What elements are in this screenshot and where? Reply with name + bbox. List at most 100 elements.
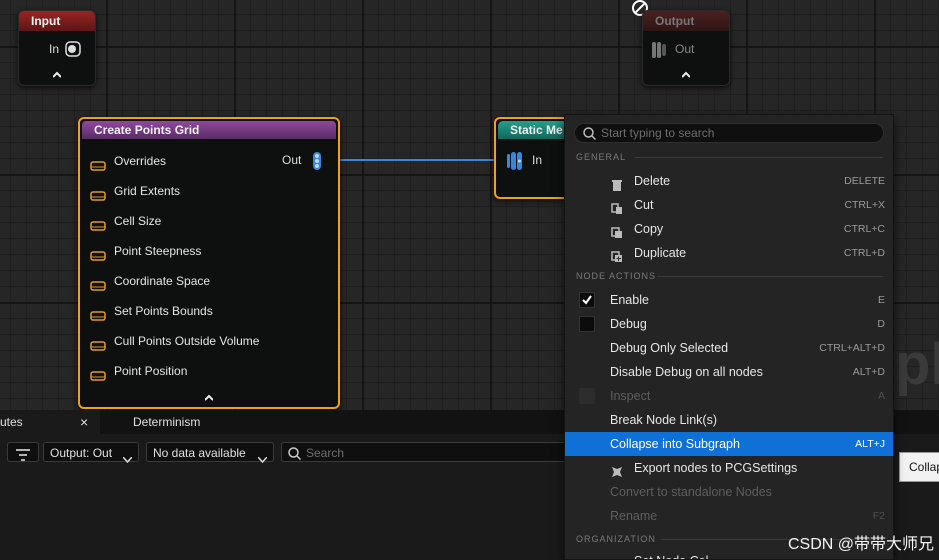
output-select-value: Output: Out <box>50 446 113 460</box>
override-pin-icon[interactable] <box>90 307 106 321</box>
divider <box>635 157 883 158</box>
filter-icon <box>16 447 30 467</box>
section-header-general: GENERAL <box>576 152 627 162</box>
menu-item-inspect: Inspect A <box>565 384 893 408</box>
override-pin-icon[interactable] <box>90 337 106 351</box>
menu-search-field[interactable] <box>574 123 884 143</box>
menu-item-delete[interactable]: Delete DELETE <box>565 169 893 193</box>
input-pin-row[interactable]: Overrides <box>90 151 166 171</box>
pin-label: Cull Points Outside Volume <box>114 334 260 348</box>
menu-item-collapse-into-subgraph[interactable]: Collapse into Subgraph ALT+J <box>565 432 893 456</box>
menu-item-label: Copy <box>634 222 664 236</box>
override-pin-icon[interactable] <box>90 157 106 171</box>
pin-label: Set Points Bounds <box>114 304 213 318</box>
data-select-value: No data available <box>153 446 246 460</box>
menu-item-label: Delete <box>634 174 671 188</box>
menu-item-label: Inspect <box>610 389 651 403</box>
menu-item-debug-only-selected[interactable]: Debug Only Selected CTRL+ALT+D <box>565 336 893 360</box>
menu-item-shortcut: CTRL+C <box>843 223 885 235</box>
close-icon[interactable]: × <box>80 410 88 434</box>
input-pin-row[interactable]: Point Position <box>90 361 187 381</box>
menu-item-shortcut: E <box>877 294 885 306</box>
input-pin-row[interactable]: Coordinate Space <box>90 271 210 291</box>
duplicate-icon <box>611 247 623 262</box>
tooltip-text: Collap <box>909 460 939 474</box>
override-pin-icon[interactable] <box>90 367 106 381</box>
menu-item-debug[interactable]: Debug D <box>565 312 893 336</box>
chevron-down-icon <box>257 449 268 469</box>
menu-search-input[interactable] <box>601 124 871 142</box>
checkbox[interactable] <box>579 316 595 332</box>
tab-attributes-label: utes <box>0 415 23 429</box>
menu-item-copy[interactable]: Copy CTRL+C <box>565 217 893 241</box>
attribute-search-placeholder: Search <box>306 446 345 460</box>
override-pin-icon[interactable] <box>90 217 106 231</box>
static-mesh-in-label: In <box>532 153 543 167</box>
tab-attributes[interactable]: utes × <box>0 410 100 434</box>
menu-item-convert-to-standalone-nodes: Convert to standalone Nodes <box>565 480 893 504</box>
menu-item-disable-debug-on-all-nodes[interactable]: Disable Debug on all nodes ALT+D <box>565 360 893 384</box>
menu-item-label: Debug <box>610 317 647 331</box>
search-icon <box>288 446 302 466</box>
divider <box>657 276 883 277</box>
pin-label: Point Steepness <box>114 244 202 258</box>
menu-item-duplicate[interactable]: Duplicate CTRL+D <box>565 241 893 265</box>
menu-item-shortcut: F2 <box>872 510 885 522</box>
menu-item-cut[interactable]: Cut CTRL+X <box>565 193 893 217</box>
menu-item-label: Convert to standalone Nodes <box>610 485 772 499</box>
menu-item-shortcut: ALT+D <box>852 366 885 378</box>
pin-label: Point Position <box>114 364 188 378</box>
checkbox[interactable] <box>579 292 595 308</box>
override-pin-icon[interactable] <box>90 277 106 291</box>
menu-item-shortcut: DELETE <box>844 175 885 187</box>
menu-item-break-node-link-s-[interactable]: Break Node Link(s) <box>565 408 893 432</box>
menu-item-label: Collapse into Subgraph <box>610 437 740 451</box>
out-pin-label: Out <box>282 153 302 167</box>
copy-icon <box>611 223 623 238</box>
output-select[interactable]: Output: Out <box>43 442 139 464</box>
watermark: CSDN @带带大师兄 <box>787 536 934 553</box>
menu-item-shortcut: CTRL+ALT+D <box>819 342 885 354</box>
filter-button[interactable] <box>7 442 39 462</box>
checkbox <box>579 388 595 404</box>
tab-determinism[interactable]: Determinism <box>133 410 200 434</box>
collapse-chevron-icon[interactable] <box>205 394 213 402</box>
section-header-organization: ORGANIZATION <box>576 534 656 544</box>
menu-item-shortcut: CTRL+X <box>844 199 885 211</box>
context-menu: GENERAL Delete DELETE Cut CTRL+X Copy CTRL+C D… <box>564 114 894 560</box>
input-pin-row[interactable]: Cull Points Outside Volume <box>90 331 259 351</box>
menu-item-label: Duplicate <box>634 246 687 260</box>
menu-item-label: Debug Only Selected <box>610 341 729 355</box>
pin-label: Overrides <box>114 154 167 168</box>
menu-item-enable[interactable]: Enable E <box>565 288 893 312</box>
data-select[interactable]: No data available <box>146 442 274 464</box>
out-pin-icon[interactable] <box>311 151 325 171</box>
menu-item-label: Export nodes to PCGSettings <box>634 461 798 475</box>
chevron-down-icon <box>122 449 133 469</box>
menu-item-shortcut: A <box>877 390 885 402</box>
menu-item-shortcut: CTRL+D <box>843 247 885 259</box>
attribute-search-field[interactable]: Search <box>281 442 571 462</box>
tooltip: Collap <box>899 452 939 482</box>
trash-icon <box>611 175 623 191</box>
override-pin-icon[interactable] <box>90 187 106 201</box>
cut-icon <box>611 199 623 214</box>
pin-label: Grid Extents <box>114 184 181 198</box>
input-pin-row[interactable]: Point Steepness <box>90 241 201 261</box>
menu-item-shortcut: D <box>877 318 885 330</box>
input-pin-row[interactable]: Set Points Bounds <box>90 301 213 321</box>
menu-item-export-nodes-to-pcgsettings[interactable]: Export nodes to PCGSettings <box>565 456 893 480</box>
menu-item-label: Disable Debug on all nodes <box>610 365 763 379</box>
menu-item-label: Rename <box>610 509 658 523</box>
menu-item-shortcut: ALT+J <box>855 438 885 450</box>
create-points-grid-node[interactable]: Create Points Grid Overrides Grid Extents… <box>78 117 340 409</box>
override-pin-icon[interactable] <box>90 247 106 261</box>
menu-item-label: Set Node Col <box>634 549 708 559</box>
input-pin-row[interactable]: Cell Size <box>90 211 161 231</box>
section-header-node-actions: NODE ACTIONS <box>576 271 657 281</box>
input-pin-row[interactable]: Grid Extents <box>90 181 180 201</box>
pin-label: Cell Size <box>114 214 162 228</box>
menu-item-label: Break Node Link(s) <box>610 413 717 427</box>
in-pin-icon[interactable] <box>506 151 526 171</box>
menu-item-label: Enable <box>610 293 649 307</box>
